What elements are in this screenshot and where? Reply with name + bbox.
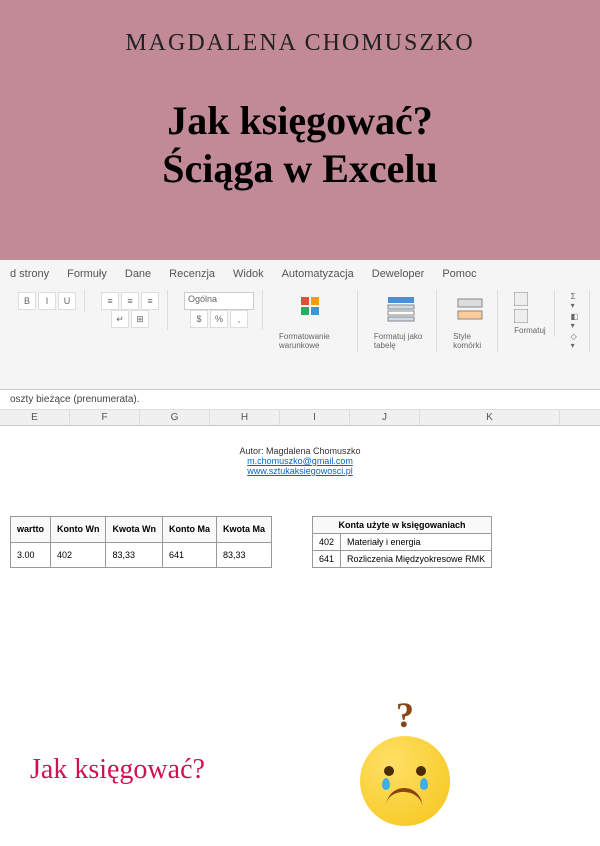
formula-bar[interactable]: oszty bieżące (prenumerata). bbox=[0, 390, 600, 410]
worksheet-area[interactable]: Autor: Magdalena Chomuszko m.chomuszko@g… bbox=[0, 426, 600, 776]
cell-styles-icon bbox=[453, 292, 489, 328]
confused-emoji-icon bbox=[360, 736, 450, 826]
col-header[interactable]: I bbox=[280, 410, 350, 425]
editing-group: Σ ▾ ◧ ▾ ◇ ▾ bbox=[563, 290, 590, 352]
book-title: Jak księgować? Ściąga w Excelu bbox=[20, 97, 580, 193]
accounts-table: Konta użyte w księgowaniach 402 Materiał… bbox=[312, 516, 492, 568]
ribbon-tabs: d strony Formuły Dane Recenzja Widok Aut… bbox=[0, 260, 600, 284]
cells-group[interactable]: Formatuj bbox=[506, 290, 555, 337]
sheet-author-info: Autor: Magdalena Chomuszko m.chomuszko@g… bbox=[10, 446, 590, 476]
emoji-container: ? bbox=[360, 694, 450, 826]
alignment-group: ≡ ≡ ≡ ↵ ⊞ bbox=[93, 290, 168, 330]
tab-view[interactable]: Widok bbox=[233, 268, 264, 280]
tab-formulas[interactable]: Formuły bbox=[67, 268, 107, 280]
tab-developer[interactable]: Deweloper bbox=[372, 268, 425, 280]
conditional-format-icon bbox=[296, 292, 332, 328]
column-headers: E F G H I J K bbox=[0, 410, 600, 426]
tab-automation[interactable]: Automatyzacja bbox=[282, 268, 354, 280]
cell-styles-group[interactable]: Style komórki bbox=[445, 290, 498, 352]
question-mark-icon: ? bbox=[360, 694, 450, 736]
currency-icon[interactable]: $ bbox=[190, 310, 208, 328]
excel-ribbon: d strony Formuły Dane Recenzja Widok Aut… bbox=[0, 260, 600, 390]
autosum-icon[interactable]: Σ ▾ bbox=[571, 292, 581, 310]
author-name: MAGDALENA CHOMUSZKO bbox=[20, 30, 580, 57]
fill-icon[interactable]: ◧ ▾ bbox=[571, 312, 581, 330]
booking-table: wartto Konto Wn Kwota Wn Konto Ma Kwota … bbox=[10, 516, 272, 568]
book-cover-header: MAGDALENA CHOMUSZKO Jak księgować? Ściąg… bbox=[0, 0, 600, 260]
comma-icon[interactable]: , bbox=[230, 310, 248, 328]
align-left-icon[interactable]: ≡ bbox=[101, 292, 119, 310]
col-header[interactable]: K bbox=[420, 410, 560, 425]
italic-button[interactable]: I bbox=[38, 292, 56, 310]
percent-icon[interactable]: % bbox=[210, 310, 228, 328]
clear-icon[interactable]: ◇ ▾ bbox=[571, 332, 581, 350]
font-group: B I U bbox=[10, 290, 85, 312]
align-center-icon[interactable]: ≡ bbox=[121, 292, 139, 310]
author-website[interactable]: www.sztukaksiegowosci.pl bbox=[10, 466, 590, 476]
align-right-icon[interactable]: ≡ bbox=[141, 292, 159, 310]
col-header[interactable]: H bbox=[210, 410, 280, 425]
number-format-select[interactable]: Ogólna bbox=[184, 292, 254, 310]
merge-icon[interactable]: ⊞ bbox=[131, 310, 149, 328]
format-button[interactable]: Formatuj bbox=[514, 326, 546, 335]
bold-button[interactable]: B bbox=[18, 292, 36, 310]
col-header[interactable]: F bbox=[70, 410, 140, 425]
author-email[interactable]: m.chomuszko@gmail.com bbox=[10, 456, 590, 466]
tab-review[interactable]: Recenzja bbox=[169, 268, 215, 280]
number-group: Ogólna $ % , bbox=[176, 290, 263, 330]
insert-button[interactable] bbox=[514, 292, 546, 306]
delete-button[interactable] bbox=[514, 309, 546, 323]
tab-data[interactable]: Dane bbox=[125, 268, 151, 280]
col-header[interactable]: G bbox=[140, 410, 210, 425]
underline-button[interactable]: U bbox=[58, 292, 76, 310]
col-header[interactable]: J bbox=[350, 410, 420, 425]
format-table-group[interactable]: Formatuj jako tabelę bbox=[366, 290, 437, 352]
table-row: 641 Rozliczenia Międzyokresowe RMK bbox=[313, 551, 492, 568]
tab-help[interactable]: Pomoc bbox=[442, 268, 476, 280]
table-row: 3.00 402 83,33 641 83,33 bbox=[11, 542, 272, 568]
tab-page-layout[interactable]: d strony bbox=[10, 268, 49, 280]
question-text: Jak księgować? bbox=[30, 754, 205, 786]
wrap-text-icon[interactable]: ↵ bbox=[111, 310, 129, 328]
table-row: 402 Materiały i energia bbox=[313, 534, 492, 551]
cond-format-group[interactable]: Formatowanie warunkowe bbox=[271, 290, 358, 352]
format-table-icon bbox=[383, 292, 419, 328]
col-header[interactable]: E bbox=[0, 410, 70, 425]
